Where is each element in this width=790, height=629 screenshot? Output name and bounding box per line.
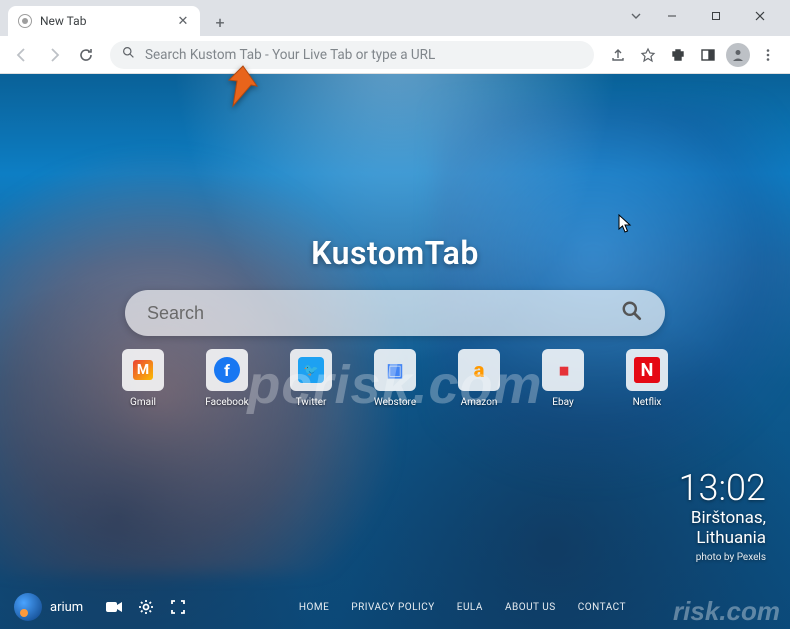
new-tab-button[interactable]: + — [206, 8, 234, 36]
twitter-icon: 🐦 — [290, 349, 332, 391]
ebay-icon: ▮▮ — [542, 349, 584, 391]
shortcut-twitter[interactable]: 🐦 Twitter — [284, 349, 338, 408]
theme-name: arium — [50, 600, 83, 615]
gmail-icon: M — [122, 349, 164, 391]
titlebar: New Tab ✕ + — [0, 0, 790, 36]
clock-time: 13:02 — [679, 470, 766, 506]
netflix-icon: N — [626, 349, 668, 391]
search-icon — [122, 46, 135, 63]
shortcuts-row: M Gmail f Facebook 🐦 Twitter ▣ Webstore … — [116, 349, 674, 408]
shortcut-webstore[interactable]: ▣ Webstore — [368, 349, 422, 408]
newtab-content: KustomTab M Gmail f Facebook 🐦 Twitter ▣… — [0, 74, 790, 629]
footer-link-eula[interactable]: EULA — [457, 602, 483, 613]
footer-link-about[interactable]: ABOUT US — [505, 602, 556, 613]
fullscreen-icon[interactable] — [169, 598, 187, 616]
annotation-arrow-icon — [225, 62, 273, 114]
shortcut-label: Twitter — [296, 397, 327, 408]
shortcut-ebay[interactable]: ▮▮ Ebay — [536, 349, 590, 408]
menu-button[interactable] — [754, 41, 782, 69]
page-title: KustomTab — [125, 234, 665, 272]
shortcut-label: Ebay — [552, 397, 573, 408]
cursor-icon — [618, 214, 632, 238]
avatar-icon — [726, 43, 750, 67]
shortcut-label: Gmail — [130, 397, 156, 408]
settings-icon[interactable] — [137, 598, 155, 616]
facebook-icon: f — [206, 349, 248, 391]
shortcut-amazon[interactable]: a Amazon — [452, 349, 506, 408]
footer-links: HOME PRIVACY POLICY EULA ABOUT US CONTAC… — [299, 602, 776, 613]
close-tab-button[interactable]: ✕ — [176, 14, 190, 28]
minimize-button[interactable] — [650, 2, 694, 30]
webstore-icon: ▣ — [374, 349, 416, 391]
bookmark-button[interactable] — [634, 41, 662, 69]
theme-icon — [14, 593, 42, 621]
search-icon[interactable] — [621, 300, 643, 326]
tab-favicon — [18, 14, 32, 28]
theme-selector[interactable]: arium — [14, 593, 83, 621]
share-button[interactable] — [604, 41, 632, 69]
camera-icon[interactable] — [105, 598, 123, 616]
shortcut-label: Facebook — [205, 397, 248, 408]
address-bar-placeholder: Search Kustom Tab - Your Live Tab or typ… — [145, 47, 582, 63]
forward-button[interactable] — [40, 41, 68, 69]
footer-link-home[interactable]: HOME — [299, 602, 329, 613]
tab-search-button[interactable] — [622, 2, 650, 30]
footer-link-privacy[interactable]: PRIVACY POLICY — [351, 602, 434, 613]
window-controls — [622, 2, 782, 30]
reload-button[interactable] — [72, 41, 100, 69]
extensions-button[interactable] — [664, 41, 692, 69]
profile-button[interactable] — [724, 41, 752, 69]
tab-title: New Tab — [40, 14, 86, 28]
shortcut-label: Netflix — [633, 397, 662, 408]
maximize-button[interactable] — [694, 2, 738, 30]
close-window-button[interactable] — [738, 2, 782, 30]
browser-tab[interactable]: New Tab ✕ — [8, 6, 200, 36]
browser-toolbar: Search Kustom Tab - Your Live Tab or typ… — [0, 36, 790, 74]
shortcut-gmail[interactable]: M Gmail — [116, 349, 170, 408]
shortcut-label: Webstore — [374, 397, 416, 408]
shortcut-facebook[interactable]: f Facebook — [200, 349, 254, 408]
side-panel-button[interactable] — [694, 41, 722, 69]
shortcut-label: Amazon — [461, 397, 498, 408]
address-bar[interactable]: Search Kustom Tab - Your Live Tab or typ… — [110, 41, 594, 69]
back-button[interactable] — [8, 41, 36, 69]
photo-credit: photo by Pexels — [679, 552, 766, 563]
footer-link-contact[interactable]: CONTACT — [578, 602, 626, 613]
clock-widget: 13:02 Birštonas, Lithuania photo by Pexe… — [679, 470, 766, 563]
amazon-icon: a — [458, 349, 500, 391]
search-input[interactable] — [147, 303, 621, 324]
clock-location: Birštonas, Lithuania — [679, 508, 766, 548]
search-box[interactable] — [125, 290, 665, 336]
bottom-bar: arium HOME PRIVACY POLICY EULA ABOUT US … — [0, 585, 790, 629]
shortcut-netflix[interactable]: N Netflix — [620, 349, 674, 408]
